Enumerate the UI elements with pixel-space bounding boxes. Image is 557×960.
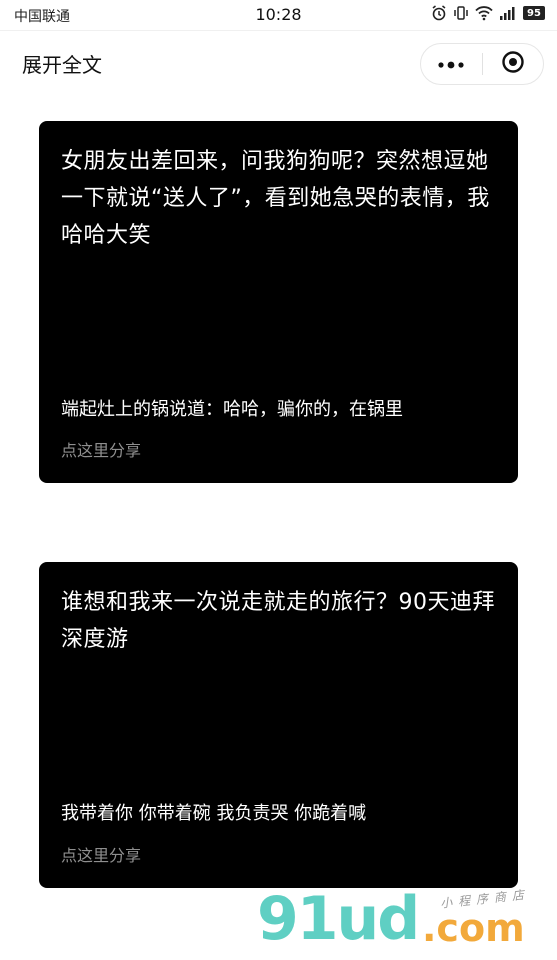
signal-icon <box>499 6 517 20</box>
card-title: 谁想和我来一次说走就走的旅行？90天迪拜深度游 <box>61 590 495 652</box>
battery-icon: 95 <box>523 6 545 20</box>
more-menu-button[interactable] <box>421 44 482 84</box>
status-icons: 95 <box>431 5 545 21</box>
wifi-icon <box>475 5 493 21</box>
close-mini-program-button[interactable] <box>483 44 544 84</box>
share-link[interactable]: 点这里分享 <box>61 842 141 866</box>
page-title: 展开全文 <box>22 53 102 77</box>
watermark-logo: 91ud <box>257 884 420 954</box>
joke-card[interactable]: 谁想和我来一次说走就走的旅行？90天迪拜深度游 我带着你 你带着碗 我负责哭 你… <box>39 562 518 888</box>
more-dots-icon <box>437 55 465 74</box>
vibrate-icon <box>453 5 469 21</box>
nav-bar: 展开全文 <box>0 31 557 93</box>
watermark-domain: .com <box>422 906 525 950</box>
card-title: 女朋友出差回来，问我狗狗呢？突然想逗她一下就说“送人了”，看到她急哭的表情，我哈… <box>61 149 490 248</box>
alarm-icon <box>431 5 447 21</box>
target-close-icon <box>501 50 525 78</box>
status-bar: 中国联通 10:28 95 <box>0 0 557 31</box>
card-punchline: 我带着你 你带着碗 我负责哭 你跪着喊 <box>61 803 367 824</box>
watermark: 91ud 小程序商店 .com <box>257 884 557 960</box>
card-punchline: 端起灶上的锅说道：哈哈，骗你的，在锅里 <box>61 399 403 420</box>
joke-card[interactable]: 女朋友出差回来，问我狗狗呢？突然想逗她一下就说“送人了”，看到她急哭的表情，我哈… <box>39 121 518 483</box>
mini-program-capsule <box>420 43 544 85</box>
share-link[interactable]: 点这里分享 <box>61 437 141 461</box>
